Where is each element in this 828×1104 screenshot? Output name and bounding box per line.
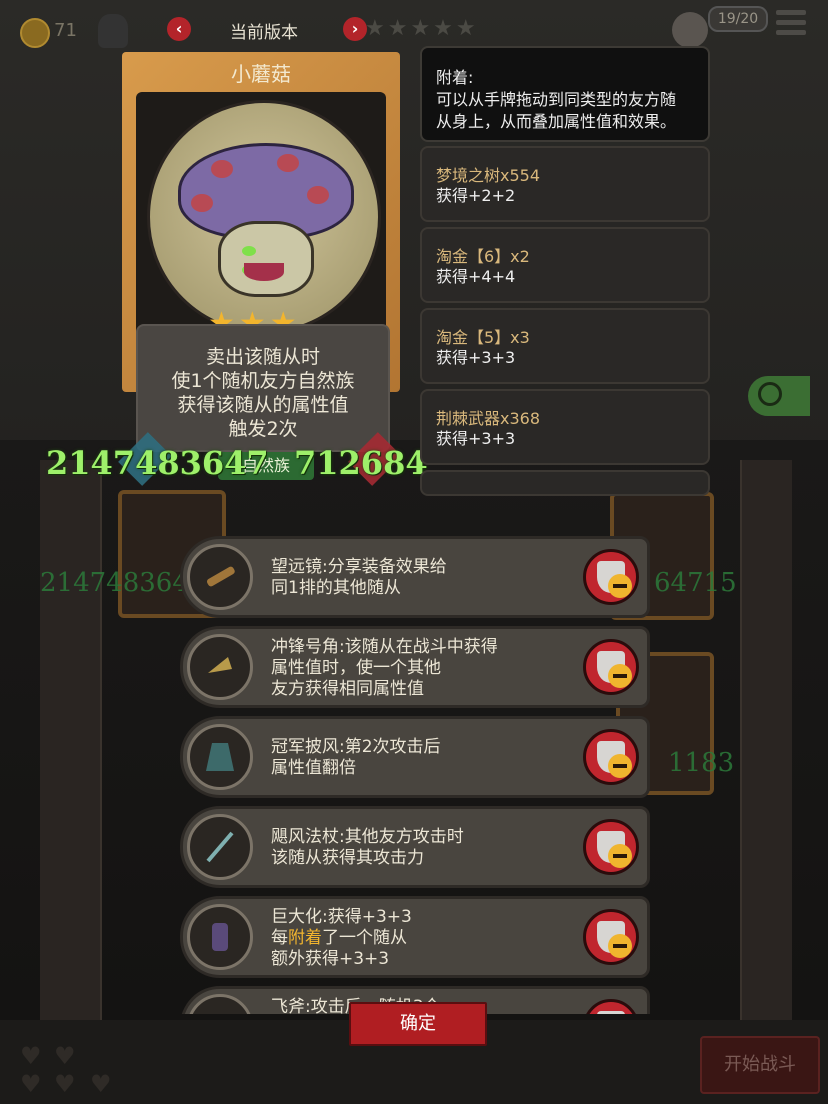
buff-entry: 淘金【6】x2 获得+4+4 (420, 227, 710, 303)
cap-spot (277, 154, 299, 172)
board-pillar-right (740, 460, 792, 1020)
equipment-text: 每附着了一个随从 (271, 928, 412, 949)
unequip-button[interactable] (583, 729, 639, 785)
horn-icon (187, 634, 253, 700)
equipment-item[interactable]: 巨大化:获得+3+3 每附着了一个随从 额外获得+3+3 (180, 896, 650, 978)
mushroom-face (218, 221, 314, 297)
axe-icon (187, 994, 253, 1014)
version-label: 当前版本 (230, 23, 298, 43)
unequip-button[interactable] (583, 639, 639, 695)
board-pillar-left (40, 460, 102, 1020)
buff-entry-partial (420, 470, 710, 496)
heart-icon: ♥ (20, 1042, 42, 1070)
search-button[interactable] (748, 376, 810, 416)
cape-icon (187, 724, 253, 790)
buff-gain: 获得+3+3 (436, 429, 516, 448)
player-avatar (98, 14, 128, 48)
minion-card: 小蘑菇 ★★★ 卖出该随从时 使1个随机友方自然族 获得该随从的属性值 触发2次… (118, 52, 402, 486)
equipment-text: 巨大化:获得+3+3 (271, 907, 412, 927)
search-icon (758, 382, 782, 406)
heart-icon: ♥ (54, 1042, 76, 1070)
card-health: 712684 (294, 444, 428, 482)
equipment-text: 友方获得相同属性值 (271, 679, 424, 699)
cap-spot (191, 194, 213, 212)
minus-icon (608, 574, 632, 598)
buff-gain: 获得+4+4 (436, 267, 516, 286)
equipment-list[interactable]: 望远镜:分享装备效果给 同1排的其他随从 冲锋号角:该随从在战斗中获得 属性值时… (180, 520, 652, 1014)
equipment-text: 飓风法杖:其他友方攻击时 (271, 827, 464, 847)
minus-icon (608, 934, 632, 958)
card-description: 卖出该随从时 使1个随机友方自然族 获得该随从的属性值 触发2次 (136, 324, 390, 452)
equipment-text: 冠军披风:第2次攻击后 (271, 737, 441, 757)
mushroom-mouth (244, 263, 284, 281)
cap-spot (211, 160, 233, 178)
equipment-text: 额外获得+3+3 (271, 949, 390, 969)
effect-line: 可以从手牌拖动到同类型的友方随 (436, 90, 677, 109)
unequip-button[interactable] (583, 999, 639, 1014)
staff-icon (187, 814, 253, 880)
heart-icon: ♥ (54, 1070, 76, 1098)
confirm-button[interactable]: 确定 (349, 1002, 487, 1046)
equipment-item[interactable]: 望远镜:分享装备效果给 同1排的其他随从 (180, 536, 650, 618)
equipment-text-prefix: 每 (271, 928, 288, 948)
attach-keyword: 附着 (288, 928, 322, 948)
equipment-text: 该随从获得其攻击力 (271, 848, 424, 868)
minion-capacity: 19/20 (708, 6, 768, 32)
equipment-text: 属性值时，使一个其他 (271, 658, 441, 678)
buff-gain: 获得+3+3 (436, 348, 516, 367)
minus-icon (608, 664, 632, 688)
giant-icon (187, 904, 253, 970)
heart-icon: ♥ (20, 1070, 42, 1098)
equipment-item[interactable]: 冲锋号角:该随从在战斗中获得 属性值时，使一个其他 友方获得相同属性值 (180, 626, 650, 708)
telescope-icon (187, 544, 253, 610)
version-prev-button[interactable]: ‹ (167, 17, 191, 41)
equipment-item[interactable]: 飓风法杖:其他友方攻击时 该随从获得其攻击力 (180, 806, 650, 888)
buff-gain: 获得+2+2 (436, 186, 516, 205)
mushroom-portrait (147, 100, 381, 334)
cap-spot (307, 186, 329, 204)
mushroom-eyes (242, 241, 286, 275)
description-line: 获得该随从的属性值 (177, 394, 349, 416)
heart-icon: ♥ (90, 1070, 112, 1098)
effect-line: 从身上，从而叠加属性值和效果。 (436, 112, 677, 131)
menu-icon[interactable] (776, 10, 806, 40)
equipment-text: 冲锋号角:该随从在战斗中获得 (271, 637, 498, 657)
board-minion-health: 1183 (668, 748, 735, 778)
shield-icon (597, 1011, 625, 1014)
description-line: 卖出该随从时 (205, 346, 320, 368)
minus-icon (608, 844, 632, 868)
minus-icon (608, 754, 632, 778)
version-next-button[interactable]: › (343, 17, 367, 41)
equipment-item[interactable]: 冠军披风:第2次攻击后 属性值翻倍 (180, 716, 650, 798)
equipment-text-suffix: 了一个随从 (322, 928, 407, 948)
buff-entry: 梦境之树x554 获得+2+2 (420, 146, 710, 222)
buff-entry: 淘金【5】x3 获得+3+3 (420, 308, 710, 384)
coin-icon (20, 18, 50, 48)
equipment-text: 同1排的其他随从 (271, 578, 401, 598)
description-line: 触发2次 (228, 418, 298, 440)
coin-count: 71 (54, 20, 77, 41)
card-name: 小蘑菇 (231, 62, 291, 86)
description-line: 使1个随机友方自然族 (171, 370, 355, 392)
attach-effect-box: 附着: 可以从手牌拖动到同类型的友方随 从身上，从而叠加属性值和效果。 (420, 46, 710, 142)
start-battle-button[interactable]: 开始战斗 (700, 1036, 820, 1094)
tier-stars: ★★★★★ (365, 16, 479, 41)
card-attack: 2147483647 (46, 444, 269, 482)
equipment-text: 望远镜:分享装备效果给 (271, 557, 447, 577)
hero-portrait[interactable] (672, 12, 708, 48)
buff-entry: 荆棘武器x368 获得+3+3 (420, 389, 710, 465)
equipment-text: 属性值翻倍 (271, 758, 356, 778)
board-minion-health: 64715 (654, 568, 737, 598)
unequip-button[interactable] (583, 819, 639, 875)
unequip-button[interactable] (583, 909, 639, 965)
unequip-button[interactable] (583, 549, 639, 605)
effect-title: 附着: (436, 68, 474, 87)
